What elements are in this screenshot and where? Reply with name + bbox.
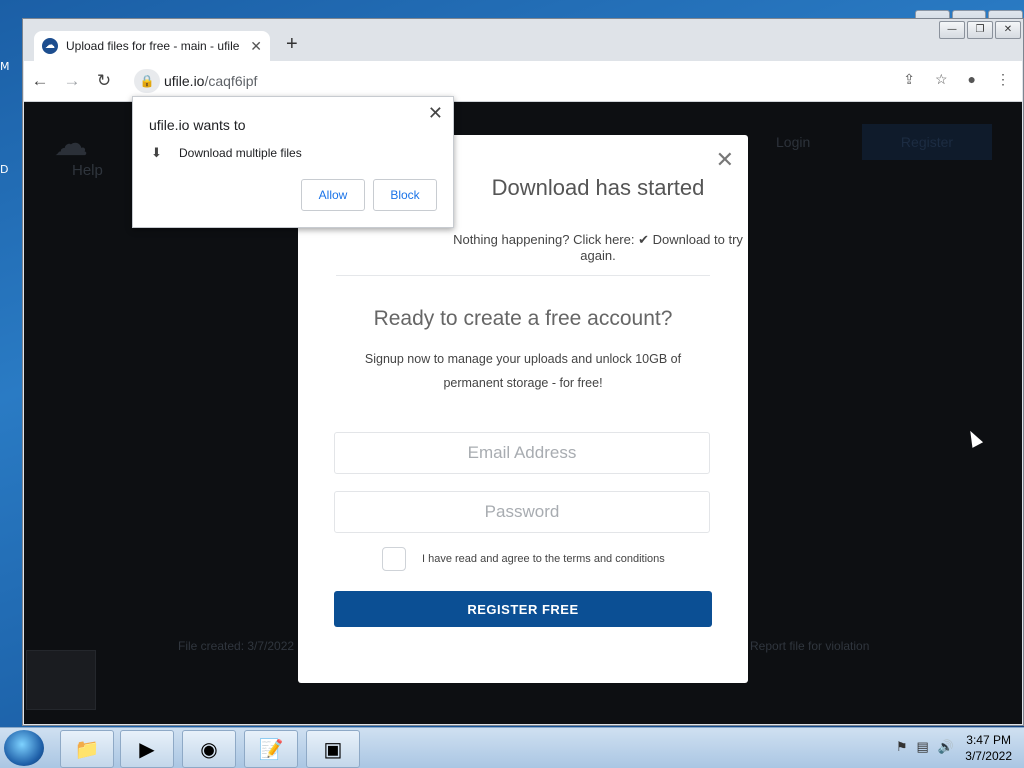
clock-time: 3:47 PM bbox=[966, 733, 1011, 747]
url-host: ufile.io bbox=[164, 73, 205, 89]
system-tray: ⚑ ▤ 🔊 bbox=[896, 739, 954, 755]
password-field[interactable] bbox=[334, 491, 710, 533]
new-tab-button[interactable]: + bbox=[286, 33, 298, 56]
permission-item: ⬇ Download multiple files bbox=[151, 145, 302, 161]
file-explorer-icon[interactable]: 📁 bbox=[60, 730, 114, 768]
reload-button[interactable]: ↻ bbox=[88, 71, 120, 91]
taskbar: 📁 ▶ ◉ 📝 ▣ ⚑ ▤ 🔊 3:47 PM 3/7/2022 bbox=[0, 727, 1024, 768]
clock[interactable]: 3:47 PM 3/7/2022 bbox=[965, 732, 1012, 764]
chrome-icon[interactable]: ◉ bbox=[182, 730, 236, 768]
report-link[interactable]: Report file for violation bbox=[750, 639, 869, 653]
lock-icon[interactable]: 🔒 bbox=[134, 69, 160, 93]
divider bbox=[336, 275, 710, 276]
url-path: /caqf6ipf bbox=[204, 73, 258, 89]
clock-date: 3/7/2022 bbox=[965, 749, 1012, 763]
email-field[interactable] bbox=[334, 432, 710, 474]
share-icon[interactable]: ⇪ bbox=[903, 71, 915, 88]
start-button[interactable] bbox=[4, 730, 44, 766]
command-prompt-icon[interactable]: ▣ bbox=[306, 730, 360, 768]
action-center-flag-icon[interactable]: ⚑ bbox=[896, 739, 908, 755]
ufile-favicon-icon: ☁ bbox=[42, 38, 58, 54]
signup-title: Ready to create a free account? bbox=[373, 307, 673, 330]
tab-strip: ☁ Upload files for free - main - ufile ✕… bbox=[24, 27, 1022, 61]
login-link[interactable]: Login bbox=[776, 134, 810, 150]
download-icon: ⬇ bbox=[151, 145, 162, 160]
forward-button[interactable]: → bbox=[56, 71, 88, 91]
tab-close-icon[interactable]: ✕ bbox=[250, 38, 262, 55]
signup-description: Signup now to manage your uploads and un… bbox=[364, 352, 682, 390]
menu-icon[interactable]: ⋮ bbox=[996, 71, 1010, 88]
desktop-icon-label: M bbox=[0, 60, 10, 73]
browser-tab[interactable]: ☁ Upload files for free - main - ufile ✕ bbox=[34, 31, 270, 61]
permission-popup: ufile.io wants to ✕ ⬇ Download multiple … bbox=[132, 96, 454, 228]
retry-download-link[interactable]: Nothing happening? Click here: ✔ Downloa… bbox=[298, 232, 748, 263]
notepad-icon[interactable]: 📝 bbox=[244, 730, 298, 768]
popup-title: ufile.io wants to bbox=[149, 117, 246, 133]
desktop-icon-label: D bbox=[0, 163, 9, 176]
modal-close-icon[interactable]: ✕ bbox=[716, 147, 734, 173]
network-icon[interactable]: ▤ bbox=[917, 739, 929, 755]
toolbar-actions: ⇪ ☆ ● ⋮ bbox=[903, 71, 1010, 88]
help-link[interactable]: Help bbox=[72, 162, 103, 179]
address-bar[interactable]: 🔒 ufile.io/caqf6ipf bbox=[134, 67, 874, 95]
tab-title: Upload files for free - main - ufile bbox=[66, 39, 240, 53]
file-created-text: File created: 3/7/2022 bbox=[178, 639, 295, 653]
volume-icon[interactable]: 🔊 bbox=[938, 739, 954, 755]
bookmark-star-icon[interactable]: ☆ bbox=[935, 71, 948, 88]
allow-button[interactable]: Allow bbox=[301, 179, 365, 211]
register-free-button[interactable]: REGISTER FREE bbox=[334, 591, 712, 627]
terms-row: I have read and agree to the terms and c… bbox=[382, 547, 665, 571]
register-link[interactable]: Register bbox=[862, 124, 992, 160]
media-player-icon[interactable]: ▶ bbox=[120, 730, 174, 768]
back-button[interactable]: ← bbox=[24, 71, 56, 91]
permission-item-label: Download multiple files bbox=[179, 146, 302, 160]
recaptcha-badge bbox=[26, 650, 96, 710]
terms-checkbox[interactable] bbox=[382, 547, 406, 571]
profile-icon[interactable]: ● bbox=[968, 71, 976, 88]
ufile-logo-icon[interactable]: ☁ bbox=[54, 124, 102, 163]
terms-label: I have read and agree to the terms and c… bbox=[422, 553, 665, 565]
popup-close-icon[interactable]: ✕ bbox=[428, 103, 443, 124]
block-button[interactable]: Block bbox=[373, 179, 437, 211]
